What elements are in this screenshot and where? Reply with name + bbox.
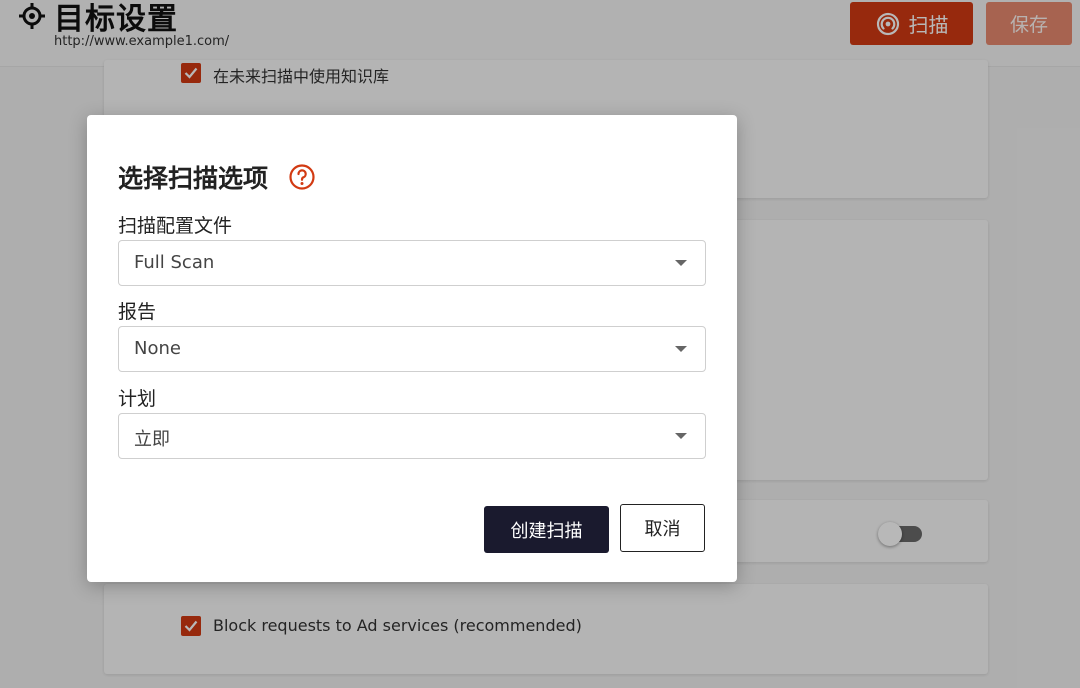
scan-profile-value: Full Scan — [134, 252, 215, 273]
schedule-value: 立即 — [134, 429, 170, 450]
scan-profile-label: 扫描配置文件 — [118, 215, 233, 237]
schedule-label: 计划 — [118, 388, 157, 410]
scan-options-dialog: 选择扫描选项 扫描配置文件 Full Scan 报告 None 计划 立即 创建… — [87, 115, 737, 582]
report-value: None — [134, 338, 181, 359]
dialog-title: 选择扫描选项 — [118, 164, 269, 193]
cancel-button[interactable]: 取消 — [620, 504, 705, 552]
schedule-select[interactable]: 立即 — [118, 413, 706, 459]
create-scan-button[interactable]: 创建扫描 — [484, 506, 609, 553]
scan-profile-select[interactable]: Full Scan — [118, 240, 706, 286]
caret-down-icon — [675, 346, 687, 352]
caret-down-icon — [675, 260, 687, 266]
help-circle-icon[interactable] — [288, 163, 316, 191]
report-label: 报告 — [118, 301, 157, 323]
report-select[interactable]: None — [118, 326, 706, 372]
caret-down-icon — [675, 433, 687, 439]
